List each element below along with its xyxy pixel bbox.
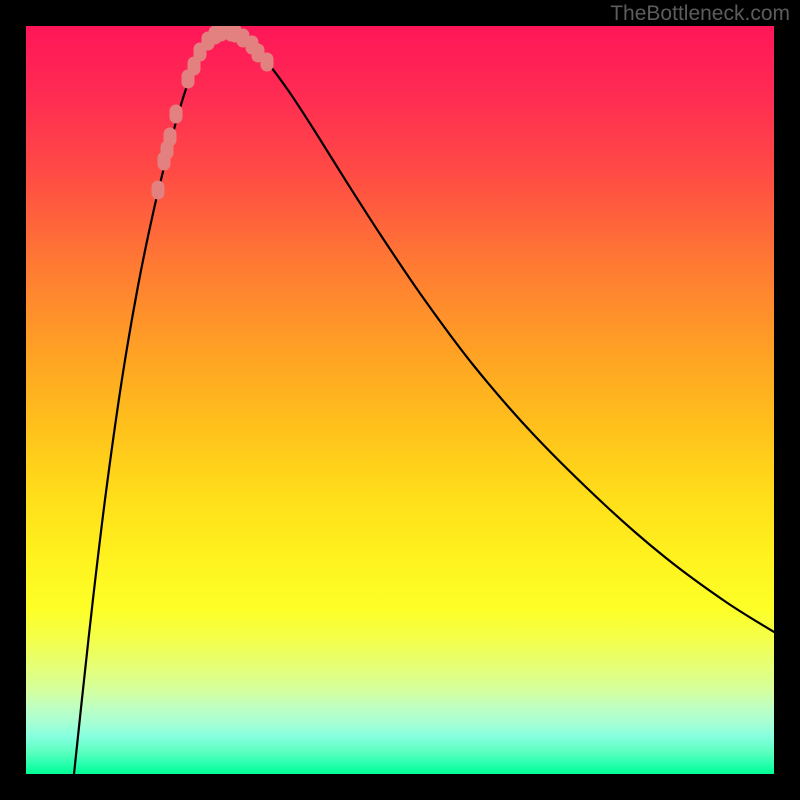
curve-marker [164,128,176,146]
chart-frame: TheBottleneck.com [0,0,800,800]
curve-svg [26,26,774,774]
plot-area [26,26,774,774]
curve-marker [170,105,182,123]
curve-marker [152,181,164,199]
curve-marker [261,53,273,71]
bottleneck-curve [74,32,774,774]
bottleneck-markers [152,26,273,199]
watermark-text: TheBottleneck.com [610,2,790,26]
